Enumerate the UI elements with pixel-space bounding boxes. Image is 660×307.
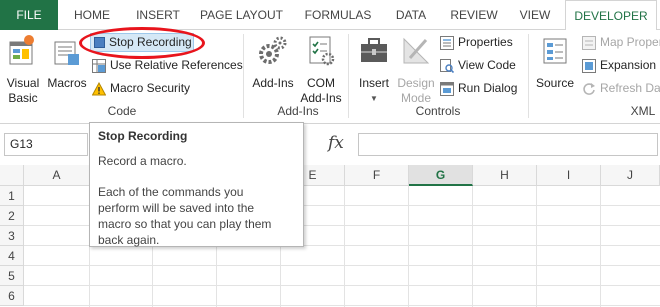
gridline-horizontal [24, 285, 660, 286]
com-add-ins-label: COM Add-Ins [300, 76, 342, 105]
warning-icon [92, 81, 106, 95]
xml-source-icon [543, 38, 567, 64]
view-code-button[interactable]: View Code [440, 56, 516, 75]
visual-basic-label: Visual Basic [6, 76, 40, 105]
tab-file[interactable]: FILE [0, 0, 58, 30]
expansion-packs-label: Expansion P [600, 58, 660, 72]
ribbon-tab-bar: FILE HOME INSERT PAGE LAYOUT FORMULAS DA… [0, 0, 660, 31]
tab-view[interactable]: VIEW [512, 0, 558, 30]
relative-references-icon [92, 58, 106, 73]
column-header-a[interactable]: A [24, 165, 90, 186]
annotation-ellipse [79, 27, 205, 59]
name-box[interactable]: G13 [4, 133, 88, 156]
insert-function-icon[interactable]: fx [328, 133, 344, 153]
com-add-ins-icon [309, 36, 335, 66]
row-header-2[interactable]: 2 [0, 206, 24, 226]
tab-formulas[interactable]: FORMULAS [296, 0, 380, 30]
group-separator [528, 34, 529, 118]
column-header-h[interactable]: H [473, 165, 537, 186]
macro-security-button[interactable]: Macro Security [92, 79, 190, 98]
code-group-label: Code [107, 104, 137, 118]
macros-icon [54, 41, 79, 65]
tab-data[interactable]: DATA [386, 0, 436, 30]
group-separator [348, 34, 349, 118]
properties-button[interactable]: Properties [440, 33, 513, 52]
run-dialog-button[interactable]: Run Dialog [440, 79, 517, 98]
properties-icon [440, 35, 454, 50]
column-header-g[interactable]: G [409, 165, 473, 186]
expansion-packs-icon [582, 58, 596, 73]
row-header-3[interactable]: 3 [0, 226, 24, 246]
group-separator [243, 34, 244, 118]
use-relative-references-button[interactable]: Use Relative References [92, 56, 243, 75]
gridline-horizontal [24, 305, 660, 306]
tab-insert[interactable]: INSERT [127, 0, 189, 30]
tab-review[interactable]: REVIEW [443, 0, 505, 30]
tooltip-description-line: macro so that you can play them [98, 217, 272, 231]
row-header-5[interactable]: 5 [0, 266, 24, 286]
toolbox-icon [361, 38, 387, 62]
column-header-f[interactable]: F [345, 165, 409, 186]
run-dialog-label: Run Dialog [458, 81, 518, 95]
tooltip-description-line: Each of the commands you [98, 185, 244, 199]
column-header-i[interactable]: I [537, 165, 601, 186]
tab-developer[interactable]: DEVELOPER [565, 0, 657, 31]
properties-label: Properties [458, 35, 513, 49]
tab-home[interactable]: HOME [62, 0, 122, 30]
macro-security-label: Macro Security [110, 81, 191, 95]
xml-source-label: Source [535, 76, 575, 90]
design-mode-button[interactable]: Design Mode [396, 34, 436, 106]
map-properties-button[interactable]: Map Proper [582, 33, 660, 52]
add-ins-label: Add-Ins [252, 76, 294, 90]
stop-recording-tooltip: Stop Recording Record a macro. Each of t… [89, 122, 304, 247]
map-properties-label: Map Proper [600, 35, 660, 49]
controls-group-label: Controls [415, 104, 461, 118]
visual-basic-button[interactable]: Visual Basic [3, 34, 43, 106]
row-header-1[interactable]: 1 [0, 186, 24, 206]
gears-icon [259, 36, 287, 64]
com-add-ins-button[interactable]: COM Add-Ins [298, 34, 344, 106]
view-code-icon [440, 58, 454, 73]
row-header-6[interactable]: 6 [0, 286, 24, 306]
expansion-packs-button[interactable]: Expansion P [582, 56, 660, 75]
map-properties-icon [582, 35, 596, 50]
visual-basic-icon [9, 35, 34, 65]
tooltip-description-line: perform will be saved into the [98, 201, 255, 215]
insert-controls-button[interactable]: Insert ▼ [354, 34, 394, 106]
chevron-down-icon: ▼ [370, 94, 378, 103]
macros-label: Macros [47, 76, 87, 90]
design-mode-label: Design Mode [397, 76, 435, 105]
add-ins-button[interactable]: Add-Ins [249, 34, 297, 91]
refresh-data-label: Refresh Data [600, 81, 660, 95]
row-header-4[interactable]: 4 [0, 246, 24, 266]
tooltip-description-line: back again. [98, 233, 160, 247]
view-code-label: View Code [458, 58, 516, 72]
tooltip-summary: Record a macro. [98, 154, 187, 168]
select-all-corner[interactable] [0, 165, 24, 186]
run-dialog-icon [440, 81, 454, 96]
tab-page-layout[interactable]: PAGE LAYOUT [194, 0, 289, 30]
tooltip-title: Stop Recording [98, 129, 188, 143]
refresh-data-button[interactable]: Refresh Data [582, 79, 660, 98]
xml-source-button[interactable]: Source [533, 34, 577, 91]
xml-group-label: XML [630, 104, 656, 118]
gridline-horizontal [24, 265, 660, 266]
column-header-j[interactable]: J [601, 165, 660, 186]
tooltip-description: Each of the commands you perform will be… [98, 184, 295, 248]
formula-input[interactable] [358, 133, 658, 156]
use-relative-references-label: Use Relative References [110, 58, 243, 72]
design-mode-icon [403, 37, 430, 64]
add-ins-group-label: Add-Ins [277, 104, 319, 118]
refresh-icon [583, 82, 595, 95]
insert-controls-label: Insert [358, 76, 389, 90]
